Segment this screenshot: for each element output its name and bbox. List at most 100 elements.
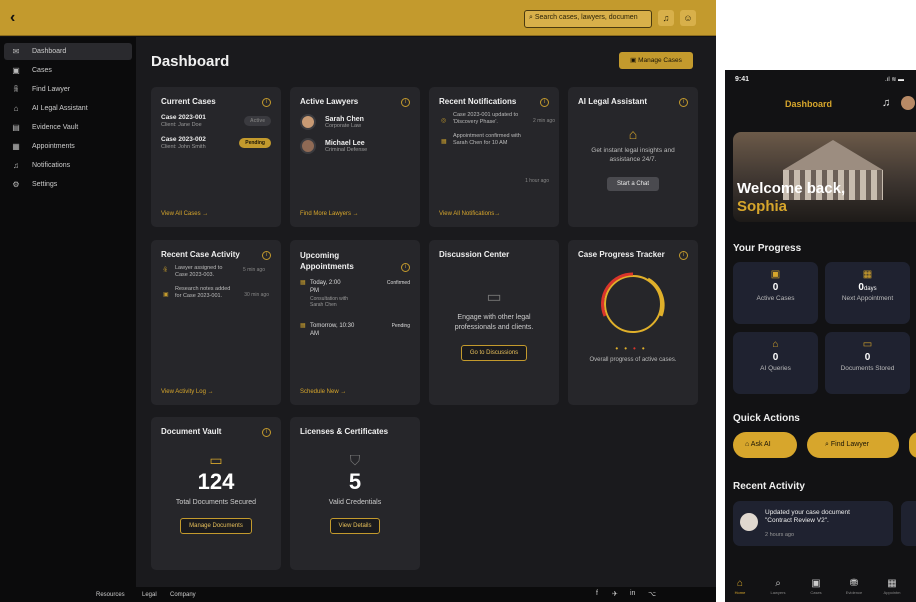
- page-title: Dashboard: [151, 53, 230, 70]
- start-chat-button[interactable]: Start a Chat: [606, 177, 659, 192]
- info-icon[interactable]: i: [401, 263, 410, 272]
- progress-dots: ••••: [615, 344, 651, 353]
- appointments-card: Upcoming Appointments i ▦ Today, 2:00 PM…: [290, 240, 420, 405]
- info-icon[interactable]: i: [262, 251, 271, 260]
- status-time: 9:41: [735, 76, 750, 83]
- nav-appointments[interactable]: ▦ Appointm: [877, 578, 907, 595]
- user-icon[interactable]: ☺: [680, 10, 696, 26]
- bell-icon[interactable]: ♫: [882, 97, 890, 109]
- activity-card[interactable]: Updated your case document "Contract Rev…: [733, 501, 893, 546]
- avatar: [300, 138, 316, 154]
- find-lawyer-button[interactable]: ⌕ Find Lawyer: [807, 432, 899, 458]
- user-name: Sophia: [737, 198, 788, 215]
- manage-cases-button[interactable]: ▣ Manage Cases: [619, 52, 693, 69]
- sidebar-item-find-lawyer[interactable]: ꆜ Find Lawyer: [4, 81, 132, 98]
- activity-card[interactable]: [901, 501, 916, 546]
- evidence-icon: ⛃: [849, 578, 859, 589]
- notification-item[interactable]: ▦ Appointment confirmed with Sarah Chen …: [439, 133, 529, 163]
- case-item[interactable]: Case 2023-002 Client: John Smith Pending: [161, 136, 271, 150]
- notifications-card: Recent Notifications i ◎ Case 2023-001 u…: [429, 87, 559, 227]
- card-title: Case Progress Tracker: [578, 250, 665, 259]
- avatar[interactable]: [901, 96, 915, 110]
- search-icon: ⌕: [775, 578, 781, 589]
- users-icon: ꆜ: [12, 85, 20, 94]
- briefcase-icon: ▣: [12, 66, 20, 75]
- calendar-icon: ▦: [12, 142, 20, 151]
- licenses-card: Licenses & Certificates ⛉ 5 Valid Creden…: [290, 417, 420, 570]
- appointment-item[interactable]: ▦ Today, 2:00 PM Consultation with Sarah…: [300, 280, 410, 309]
- safe-icon: ▭: [209, 452, 223, 468]
- footer-link-legal[interactable]: Legal: [142, 592, 157, 598]
- sidebar-item-notifications[interactable]: ♫ Notifications: [4, 157, 132, 174]
- appointment-item[interactable]: ▦ Tomorrow, 10:30 AM Pending: [300, 323, 410, 339]
- sidebar-item-dashboard[interactable]: ✉ Dashboard: [4, 43, 132, 60]
- info-icon[interactable]: i: [262, 428, 271, 437]
- sidebar: ✉ Dashboard ▣ Cases ꆜ Find Lawyer ⌂ AI Legal…: [0, 37, 136, 587]
- card-description: Get instant legal insights and assistanc…: [591, 147, 675, 164]
- stat-documents-stored[interactable]: ▭ 0 Documents Stored: [825, 332, 910, 394]
- footer-link-resources[interactable]: Resources: [96, 592, 125, 598]
- info-icon[interactable]: i: [540, 98, 549, 107]
- progress-tracker-card: Case Progress Tracker i •••• Overall pro…: [568, 240, 698, 405]
- view-activity-log-link[interactable]: View Activity Log →: [161, 389, 214, 395]
- calendar-icon: ▦: [300, 322, 306, 329]
- main-content: Dashboard ▣ Manage Cases Current Cases i…: [136, 37, 716, 587]
- status-badge: Pending: [239, 138, 271, 148]
- footer-link-company[interactable]: Company: [170, 592, 196, 598]
- stat-ai-queries[interactable]: ⌂ 0 AI Queries: [733, 332, 818, 394]
- sidebar-item-appointments[interactable]: ▦ Appointments: [4, 138, 132, 155]
- info-icon[interactable]: i: [679, 98, 688, 107]
- folder-icon: ▭: [862, 339, 873, 350]
- lawyer-item[interactable]: Sarah Chen Corporate Law: [300, 114, 410, 130]
- sidebar-item-settings[interactable]: ⚙ Settings: [4, 176, 132, 193]
- file-icon: ▤: [12, 123, 20, 132]
- ask-ai-button[interactable]: ⌂ Ask AI: [733, 432, 797, 458]
- status-icons: .ıl ≋ ▬: [885, 77, 905, 83]
- card-title: Discussion Center: [439, 250, 510, 259]
- github-icon[interactable]: ⌥: [648, 590, 656, 598]
- quick-action-more[interactable]: [909, 432, 916, 458]
- sidebar-item-evidence-vault[interactable]: ▤ Evidence Vault: [4, 119, 132, 136]
- info-icon[interactable]: i: [401, 98, 410, 107]
- lawyer-item[interactable]: Michael Lee Criminal Defense: [300, 138, 410, 154]
- view-all-notifications-link[interactable]: View All Notifications→: [439, 211, 500, 217]
- user-icon: ꆜ: [163, 268, 168, 274]
- view-details-button[interactable]: View Details: [329, 518, 381, 534]
- case-item[interactable]: Case 2023-001 Client: Jane Doe Active: [161, 114, 271, 128]
- find-more-lawyers-link[interactable]: Find More Lawyers →: [300, 211, 359, 217]
- search-placeholder: Search cases, lawyers, documen: [534, 14, 638, 21]
- mail-icon: ✉: [12, 47, 20, 56]
- card-title: Active Lawyers: [300, 97, 359, 106]
- info-icon[interactable]: i: [262, 98, 271, 107]
- view-all-cases-link[interactable]: View All Cases →: [161, 211, 208, 217]
- notification-item[interactable]: ◎ Case 2023-001 updated to 'Discovery Ph…: [439, 112, 555, 127]
- linkedin-icon[interactable]: in: [630, 590, 635, 597]
- stat-active-cases[interactable]: ▣ 0 Active Cases: [733, 262, 818, 324]
- card-title: Current Cases: [161, 97, 216, 106]
- robot-icon: ⌂: [13, 104, 19, 113]
- schedule-new-link[interactable]: Schedule New →: [300, 389, 346, 395]
- nav-evidence[interactable]: ⛃ Evidence: [839, 578, 869, 595]
- nav-cases[interactable]: ▣ Cases: [801, 578, 831, 595]
- desktop-app: ‹ ⌕ Search cases, lawyers, documen ♫ ☺ ✉…: [0, 0, 716, 602]
- calendar-icon: ▦: [441, 138, 447, 145]
- search-input[interactable]: ⌕ Search cases, lawyers, documen: [524, 10, 652, 28]
- welcome-banner: Welcome back, Sophia: [733, 132, 916, 222]
- go-to-discussions-button[interactable]: Go to Discussions: [460, 344, 528, 361]
- sidebar-item-ai-legal-assistant[interactable]: ⌂ AI Legal Assistant: [4, 100, 132, 117]
- facebook-icon[interactable]: f: [596, 590, 598, 597]
- activity-item[interactable]: ꆜ Lawyer assigned to Case 2023-003. 5 mi…: [161, 265, 265, 280]
- activity-item[interactable]: ▣ Research notes added for Case 2023-001…: [161, 286, 269, 301]
- back-icon[interactable]: ‹: [10, 9, 28, 27]
- nav-home[interactable]: ⌂ Home: [725, 578, 755, 595]
- sidebar-item-cases[interactable]: ▣ Cases: [4, 62, 132, 79]
- stat-next-appointment[interactable]: ▦ 0days Next Appointment: [825, 262, 910, 324]
- manage-documents-button[interactable]: Manage Documents: [180, 518, 252, 534]
- twitter-icon[interactable]: ✈: [612, 590, 618, 598]
- info-icon[interactable]: i: [679, 251, 688, 260]
- nav-lawyers[interactable]: ⌕ Lawyers: [763, 578, 793, 595]
- bell-icon[interactable]: ♫: [658, 10, 674, 26]
- card-title: AI Legal Assistant: [578, 97, 648, 106]
- discussion-card: Discussion Center ▭ Engage with other le…: [429, 240, 559, 405]
- licenses-count: 5: [348, 469, 362, 494]
